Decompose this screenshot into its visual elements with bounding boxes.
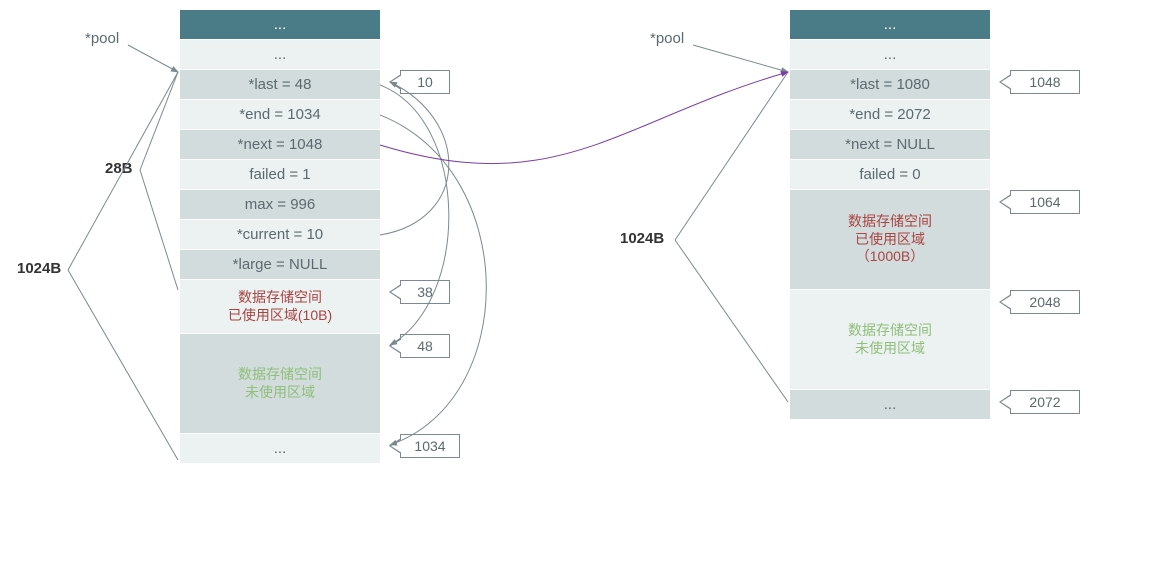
addr-label-2072: 2072 bbox=[1010, 390, 1080, 414]
addr-label-1064: 1064 bbox=[1010, 190, 1080, 214]
right-used-line3: （1000B） bbox=[856, 248, 924, 266]
right-used-line2: 已使用区域 bbox=[855, 231, 925, 249]
left-cell-last: *last = 48 bbox=[180, 70, 380, 100]
right-pool-pointer-label: *pool bbox=[650, 30, 684, 47]
right-unused-line2: 未使用区域 bbox=[855, 340, 925, 358]
left-unused-line2: 未使用区域 bbox=[245, 384, 315, 402]
left-header-ellipsis: ... bbox=[180, 10, 380, 40]
left-unused-line1: 数据存储空间 bbox=[238, 366, 322, 384]
right-header-ellipsis: ... bbox=[790, 10, 990, 40]
left-unused-region: 数据存储空间 未使用区域 bbox=[180, 334, 380, 434]
right-bottom-ellipsis: ... bbox=[790, 390, 990, 420]
addr-label-10: 10 bbox=[400, 70, 450, 94]
right-used-line1: 数据存储空间 bbox=[848, 213, 932, 231]
left-pool-block: ... ... *last = 48 *end = 1034 *next = 1… bbox=[180, 10, 380, 464]
right-cell-end: *end = 2072 bbox=[790, 100, 990, 130]
left-cell-failed: failed = 1 bbox=[180, 160, 380, 190]
left-bottom-ellipsis: ... bbox=[180, 434, 380, 464]
left-used-line1: 数据存储空间 bbox=[238, 289, 322, 307]
left-cell-max: max = 996 bbox=[180, 190, 380, 220]
right-unused-region: 数据存储空间 未使用区域 bbox=[790, 290, 990, 390]
addr-label-1048: 1048 bbox=[1010, 70, 1080, 94]
right-cell-last: *last = 1080 bbox=[790, 70, 990, 100]
right-used-region: 数据存储空间 已使用区域 （1000B） bbox=[790, 190, 990, 290]
left-header-size-label: 28B bbox=[105, 160, 133, 177]
left-cell-end: *end = 1034 bbox=[180, 100, 380, 130]
right-pool-block: ... ... *last = 1080 *end = 2072 *next =… bbox=[790, 10, 990, 420]
left-used-region: 数据存储空间 已使用区域(10B) bbox=[180, 280, 380, 334]
addr-label-38: 38 bbox=[400, 280, 450, 304]
right-cell-failed: failed = 0 bbox=[790, 160, 990, 190]
addr-label-48: 48 bbox=[400, 334, 450, 358]
right-top-ellipsis: ... bbox=[790, 40, 990, 70]
addr-label-1034: 1034 bbox=[400, 434, 460, 458]
left-cell-current: *current = 10 bbox=[180, 220, 380, 250]
left-total-size-label: 1024B bbox=[17, 260, 61, 277]
addr-label-2048: 2048 bbox=[1010, 290, 1080, 314]
right-total-size-label: 1024B bbox=[620, 230, 664, 247]
left-used-line2: 已使用区域(10B) bbox=[228, 307, 332, 325]
left-cell-next: *next = 1048 bbox=[180, 130, 380, 160]
right-cell-next: *next = NULL bbox=[790, 130, 990, 160]
left-top-ellipsis: ... bbox=[180, 40, 380, 70]
left-cell-large: *large = NULL bbox=[180, 250, 380, 280]
left-pool-pointer-label: *pool bbox=[85, 30, 119, 47]
right-unused-line1: 数据存储空间 bbox=[848, 322, 932, 340]
